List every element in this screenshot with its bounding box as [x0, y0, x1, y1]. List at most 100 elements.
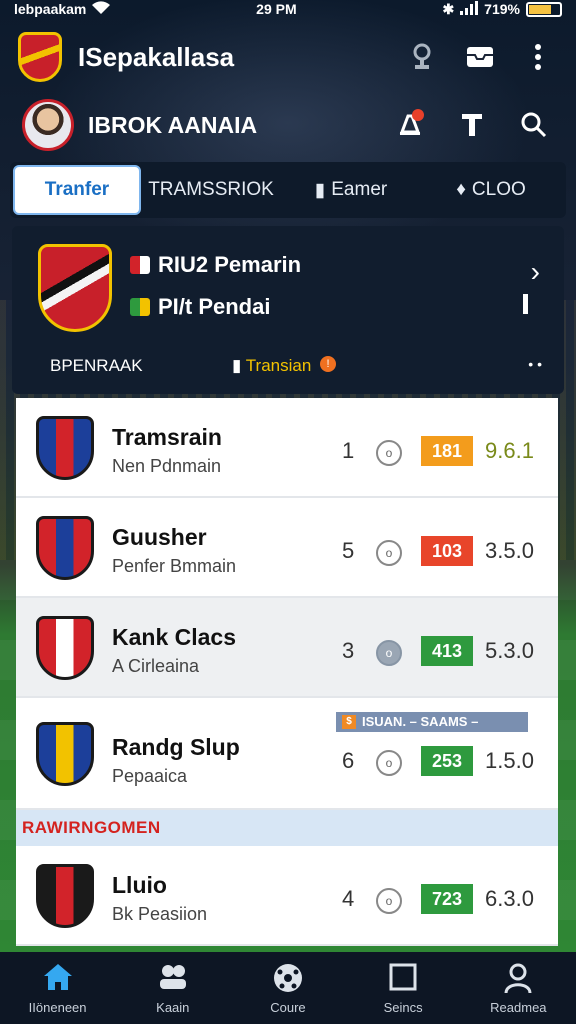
- score-badge: 181: [421, 436, 473, 466]
- club-name: Tramsrain: [112, 424, 222, 450]
- tab-transfer[interactable]: Tranfer: [13, 165, 141, 215]
- battery-icon: [525, 1, 562, 17]
- nav-team[interactable]: Kaain: [123, 962, 223, 1015]
- ball-icon: [272, 962, 304, 996]
- nav-seincs[interactable]: Seincs: [353, 962, 453, 1015]
- nav-label: Readmea: [490, 999, 547, 1015]
- match-line-1: RIU2 Pemarin: [130, 252, 301, 278]
- club-sub: Penfer Bmmain: [112, 556, 237, 576]
- signal-icon: [460, 0, 479, 18]
- club-value: 3.5.0: [485, 538, 534, 563]
- match-sub-left: BPENRAAK: [50, 356, 143, 375]
- lock-icon: ▮: [314, 179, 326, 201]
- tag-icon: $: [342, 715, 356, 729]
- club-sub: Pepaaica: [112, 766, 188, 786]
- list-item[interactable]: Kank Clacs A Cirleaina 3 o 413 5.3.0: [16, 598, 558, 698]
- home-icon: [42, 962, 74, 996]
- status-bar: lebpaakam 29 PM ✱ 719%: [0, 0, 576, 18]
- more-horizontal-icon[interactable]: • •: [528, 356, 542, 372]
- tab-bar: Tranfer TRAMSSRIOK ▮ Eamer ♦ CLOO: [10, 162, 566, 218]
- club-value: 1.5.0: [485, 748, 534, 773]
- tab-label: CLOO: [471, 179, 526, 200]
- match-line-1-text: RIU2 Pemarin: [158, 252, 302, 277]
- list-item[interactable]: $ ISUAN. – SAAMS – Randg Slup Pepaaica 6…: [16, 698, 558, 810]
- match-line-2: PI/t Pendai: [130, 294, 270, 320]
- flame-icon: ♦: [456, 179, 466, 200]
- club-name: Guusher: [112, 524, 207, 550]
- club-value: 9.6.1: [485, 438, 534, 463]
- club-position: 1: [342, 438, 355, 463]
- person-icon: [503, 962, 533, 996]
- tab-transsriok[interactable]: TRAMSSRIOK: [141, 165, 281, 215]
- clock: 29 PM: [256, 1, 297, 17]
- trophy-icon[interactable]: [402, 37, 442, 77]
- profile-name: IBROK AANAIA: [88, 111, 258, 138]
- club-crest: [36, 416, 94, 480]
- info-icon[interactable]: o: [376, 750, 402, 776]
- club-position: 5: [342, 538, 355, 563]
- tab-eamer[interactable]: ▮ Eamer: [281, 165, 421, 215]
- bottom-nav: IIöneneen Kaain Coure Seincs Readmea: [0, 952, 576, 1024]
- square-icon: [388, 962, 418, 996]
- filter-icon[interactable]: [452, 105, 492, 145]
- club-sub: Bk Peasiion: [112, 904, 208, 924]
- promo-ribbon: $ ISUAN. – SAAMS –: [336, 712, 528, 732]
- club-crest: [36, 616, 94, 680]
- promo-ribbon-text: ISUAN. – SAAMS –: [362, 714, 479, 729]
- club-crest: [36, 516, 94, 580]
- section-label: RAWIRNGOMEN: [16, 810, 558, 846]
- score-badge: 723: [421, 884, 473, 914]
- battery-percent: 719%: [484, 1, 520, 17]
- club-crest: [36, 722, 94, 786]
- profile-row: IBROK AANAIA: [0, 96, 576, 154]
- list-item[interactable]: Tramsrain Nen Pdnmain 1 o 181 9.6.1: [16, 398, 558, 498]
- nav-course[interactable]: Coure: [238, 962, 338, 1015]
- more-vertical-icon[interactable]: [518, 37, 558, 77]
- chevron-right-icon[interactable]: ›: [531, 256, 540, 288]
- live-badge: !: [320, 356, 337, 372]
- club-position: 3: [342, 638, 355, 663]
- info-icon[interactable]: o: [376, 888, 402, 914]
- nav-label: Seincs: [383, 999, 423, 1015]
- nav-label: Kaain: [156, 999, 190, 1015]
- flag-icon: [130, 298, 150, 316]
- club-value: 5.3.0: [485, 638, 534, 663]
- tab-label: Eamer: [331, 179, 388, 200]
- info-icon[interactable]: o: [376, 440, 402, 466]
- club-name: Lluio: [112, 872, 167, 898]
- inbox-icon[interactable]: [460, 37, 500, 77]
- match-sub-center[interactable]: ▮ Transian !: [232, 356, 337, 376]
- club-position: 4: [342, 886, 355, 911]
- match-line-2-text: PI/t Pendai: [158, 294, 271, 319]
- club-logo[interactable]: [18, 32, 62, 82]
- list-item[interactable]: Guusher Penfer Bmmain 5 o 103 3.5.0: [16, 498, 558, 598]
- list-item[interactable]: Lluio Bk Peasiion 4 o 723 6.3.0: [16, 846, 558, 946]
- notifications-icon[interactable]: [390, 105, 430, 145]
- flag-icon: [130, 256, 150, 274]
- club-sub: A Cirleaina: [112, 656, 200, 676]
- tab-cloo[interactable]: ♦ CLOO: [421, 165, 561, 215]
- nav-profile[interactable]: Readmea: [468, 962, 568, 1015]
- divider-bar: [523, 294, 528, 314]
- club-value: 6.3.0: [485, 886, 534, 911]
- app-bar: ISepakallasa: [0, 28, 576, 86]
- nav-home[interactable]: IIöneneen: [8, 962, 108, 1015]
- nav-label: IIöneneen: [28, 999, 87, 1015]
- bluetooth-icon: ✱: [442, 0, 455, 17]
- info-icon[interactable]: o: [376, 640, 402, 666]
- tab-label: TRAMSSRIOK: [148, 179, 274, 200]
- avatar[interactable]: [22, 99, 74, 151]
- app-title: ISepakallasa: [78, 41, 235, 72]
- match-card[interactable]: RIU2 Pemarin PI/t Pendai › BPENRAAK ▮ Tr…: [12, 226, 564, 394]
- club-sub: Nen Pdnmain: [112, 456, 222, 476]
- club-list: Tramsrain Nen Pdnmain 1 o 181 9.6.1 Guus…: [16, 398, 558, 946]
- match-club-crest: [38, 244, 112, 332]
- match-sub-center-text: Transian: [245, 356, 312, 375]
- info-icon[interactable]: o: [376, 540, 402, 566]
- club-name: Randg Slup: [112, 734, 240, 760]
- score-badge: 253: [421, 746, 473, 776]
- search-icon[interactable]: [514, 105, 554, 145]
- nav-label: Coure: [270, 999, 306, 1015]
- club-crest: [36, 864, 94, 928]
- wifi-icon: [92, 0, 111, 18]
